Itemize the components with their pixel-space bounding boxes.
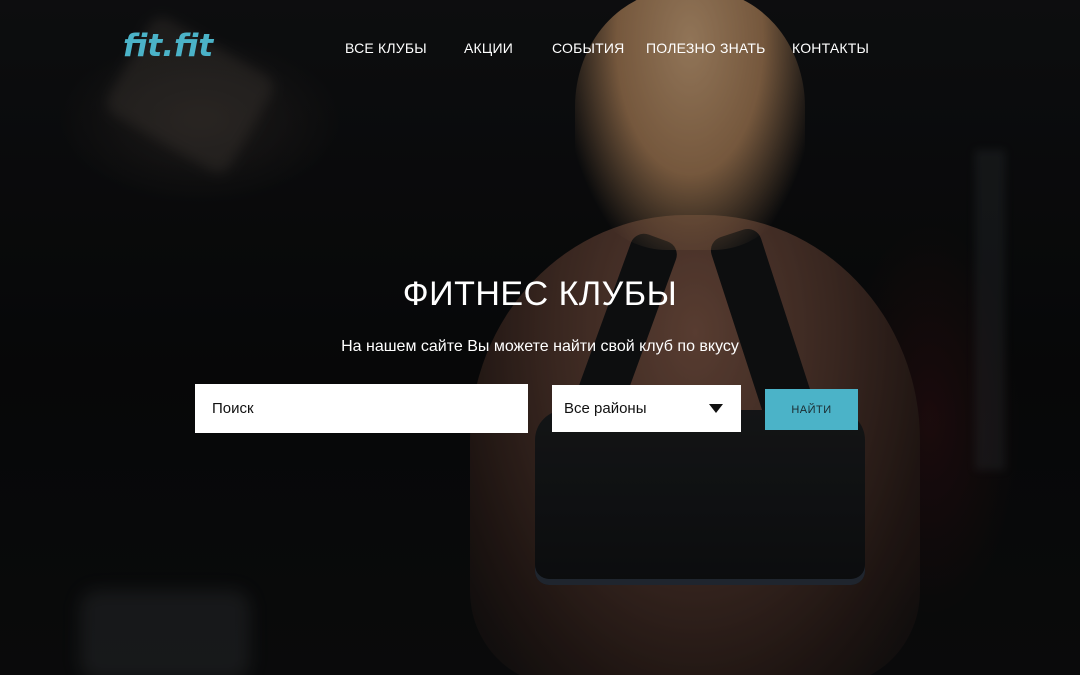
page-title: ФИТНЕС КЛУБЫ — [402, 275, 678, 313]
caret-down-icon — [709, 404, 723, 413]
nav-item-events[interactable]: СОБЫТИЯ — [552, 40, 624, 56]
main-nav: ВСЕ КЛУБЫ АКЦИИ СОБЫТИЯ ПОЛЕЗНО ЗНАТЬ КО… — [0, 40, 1080, 60]
hero-section: fit.fit ВСЕ КЛУБЫ АКЦИИ СОБЫТИЯ ПОЛЕЗНО … — [0, 0, 1080, 675]
nav-item-all-clubs[interactable]: ВСЕ КЛУБЫ — [345, 40, 427, 56]
nav-item-promotions[interactable]: АКЦИИ — [464, 40, 513, 56]
nav-item-contacts[interactable]: КОНТАКТЫ — [792, 40, 869, 56]
find-button[interactable]: НАЙТИ — [765, 389, 858, 430]
page-subtitle: На нашем сайте Вы можете найти свой клуб… — [341, 338, 739, 355]
nav-item-useful-info[interactable]: ПОЛЕЗНО ЗНАТЬ — [646, 40, 766, 56]
district-select[interactable]: Все районы — [552, 385, 741, 432]
district-select-value: Все районы — [564, 400, 647, 417]
search-input[interactable] — [195, 384, 528, 433]
